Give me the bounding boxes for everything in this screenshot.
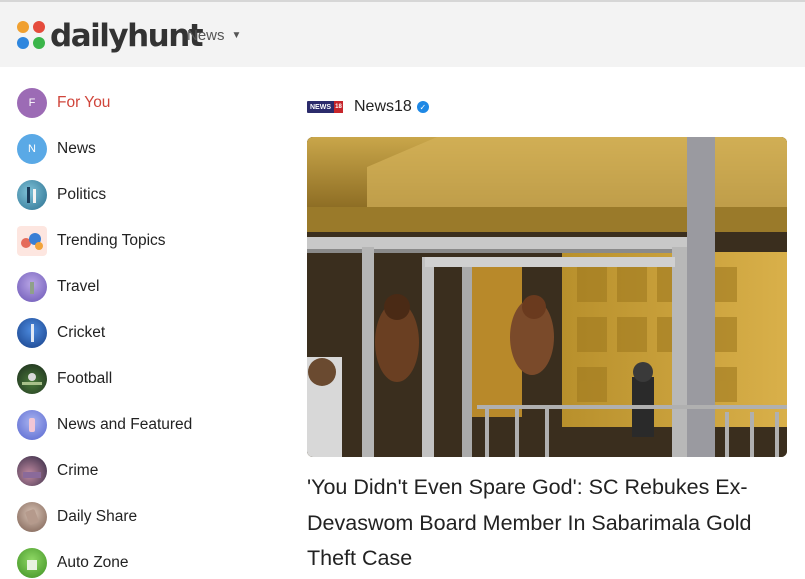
- trending-topics-icon: [17, 226, 47, 256]
- politics-icon: [17, 180, 47, 210]
- travel-icon: [17, 272, 47, 302]
- article-headline[interactable]: 'You Didn't Even Spare God': SC Rebukes …: [307, 470, 797, 577]
- sidebar-item-news[interactable]: N News: [17, 133, 96, 165]
- sidebar-item-label: Cricket: [57, 324, 106, 341]
- dailyhunt-logo-icon: [17, 21, 47, 51]
- sidebar-item-travel[interactable]: Travel: [17, 271, 100, 303]
- news18-logo: NEWS 18: [307, 101, 343, 113]
- sidebar-item-for-you[interactable]: F For You: [17, 87, 110, 119]
- article-image[interactable]: [307, 137, 787, 457]
- crime-icon: [17, 456, 47, 486]
- daily-share-icon: [17, 502, 47, 532]
- cricket-icon: [17, 318, 47, 348]
- letter-n-icon: N: [17, 134, 47, 164]
- sidebar-item-label: Football: [57, 370, 113, 387]
- source-name: News18: [354, 98, 412, 115]
- sidebar-item-label: Crime: [57, 462, 99, 479]
- logo-text: dailyhunt: [50, 18, 204, 54]
- verified-badge-icon: ✓: [416, 101, 429, 113]
- sidebar-item-politics[interactable]: Politics: [17, 179, 106, 211]
- chevron-down-icon: ▼: [231, 30, 242, 41]
- sidebar-item-daily-share[interactable]: Daily Share: [17, 501, 137, 533]
- sidebar-item-football[interactable]: Football: [17, 363, 112, 395]
- letter-f-icon: F: [17, 88, 47, 118]
- football-icon: [17, 364, 47, 394]
- sidebar-item-news-and-featured[interactable]: News and Featured: [17, 409, 192, 441]
- sidebar-item-crime[interactable]: Crime: [17, 455, 98, 487]
- news-featured-icon: [17, 410, 47, 440]
- sidebar-item-auto-zone[interactable]: Auto Zone: [17, 547, 129, 579]
- article-source[interactable]: NEWS 18 News18 ✓: [307, 95, 429, 119]
- sidebar-item-label: News: [57, 140, 96, 157]
- news-dropdown-label: News: [187, 27, 225, 44]
- sidebar-item-label: Trending Topics: [57, 232, 166, 249]
- sidebar-item-label: Daily Share: [57, 508, 138, 525]
- sidebar-item-label: Auto Zone: [57, 554, 129, 571]
- sidebar-item-label: Politics: [57, 186, 107, 203]
- sidebar-item-label: For You: [57, 94, 111, 111]
- dailyhunt-logo[interactable]: dailyhunt: [17, 16, 204, 56]
- sidebar-item-trending-topics[interactable]: Trending Topics: [17, 225, 166, 257]
- sidebar-item-label: Travel: [57, 278, 100, 295]
- news-dropdown[interactable]: News ▼: [187, 27, 241, 44]
- sidebar-item-cricket[interactable]: Cricket: [17, 317, 105, 349]
- sidebar-item-label: News and Featured: [57, 416, 193, 433]
- top-bar: dailyhunt News ▼: [0, 0, 805, 67]
- auto-zone-icon: [17, 548, 47, 578]
